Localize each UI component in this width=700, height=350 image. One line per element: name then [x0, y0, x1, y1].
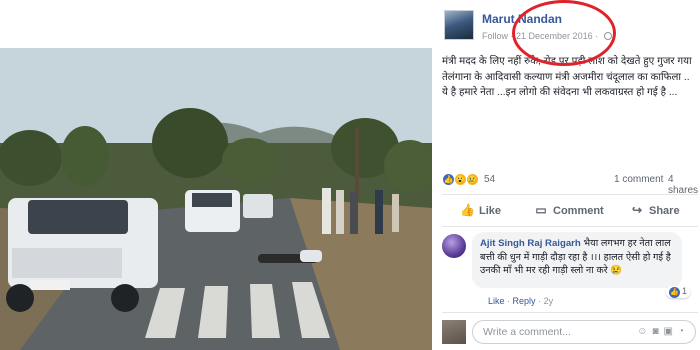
camera-icon[interactable]: ◙ [652, 326, 663, 337]
gif-icon[interactable]: ▣ [664, 326, 678, 337]
comment-icon: ▭ [535, 203, 547, 217]
comment-like-link[interactable]: Like [488, 296, 505, 306]
sad-reaction-icon: 😢 [465, 173, 479, 186]
thumbs-up-icon: 👍 [669, 287, 680, 298]
emoji-icon[interactable]: ☺ [637, 326, 652, 337]
follow-link[interactable]: Follow [482, 31, 508, 41]
comment-like-count: 1 [682, 286, 688, 296]
photo-column [0, 0, 432, 350]
commenter-avatar[interactable] [442, 234, 466, 258]
post-photo[interactable] [0, 48, 432, 350]
like-button[interactable]: 👍 Like [460, 203, 501, 217]
comment-label: Comment [553, 205, 604, 217]
divider [442, 194, 698, 195]
current-user-avatar [442, 320, 466, 344]
reaction-icons[interactable]: 👍 😮 😢 [442, 173, 479, 186]
road-convoy-image [0, 48, 432, 350]
wow-reaction-icon: 😮 [453, 173, 467, 186]
author-avatar[interactable] [444, 10, 474, 40]
share-label: Share [649, 205, 680, 217]
like-label: Like [479, 205, 502, 217]
comment-like-badge[interactable]: 👍 1 [666, 286, 691, 298]
comment-button[interactable]: ▭ Comment [534, 203, 604, 217]
reactions-bar: 👍 😮 😢 54 1 comment 4 shares [442, 172, 698, 196]
facebook-post-screenshot: Marut Nandan Follow · 21 December 2016 ·… [0, 0, 700, 350]
divider [442, 312, 698, 313]
comment-meta: Like · Reply · 2y [488, 296, 553, 306]
commenter-name[interactable]: Ajit Singh Raj Raigarh [480, 238, 581, 249]
share-button[interactable]: ↪ Share [630, 203, 680, 217]
divider [442, 226, 698, 227]
comment-bubble: Ajit Singh Raj Raigarh भैया लगभग हर नेता… [472, 232, 682, 288]
comment-item: Ajit Singh Raj Raigarh भैया लगभग हर नेता… [442, 232, 698, 308]
sticker-icon[interactable]: ◔ [678, 326, 689, 337]
composer-icons: ☺◙▣◔ [637, 326, 689, 337]
action-bar: 👍 Like ▭ Comment ↪ Share [442, 200, 698, 222]
share-icon: ↪ [631, 203, 643, 217]
red-highlight-circle [512, 0, 616, 66]
reactions-count[interactable]: 54 [484, 174, 495, 185]
shares-count[interactable]: 4 shares [668, 174, 698, 196]
comment-input[interactable]: Write a comment... ☺◙▣◔ [472, 320, 696, 344]
comment-composer: Write a comment... ☺◙▣◔ [442, 318, 698, 346]
comments-count[interactable]: 1 comment [614, 174, 663, 185]
thumbs-up-icon: 👍 [460, 203, 475, 217]
comment-reply-link[interactable]: Reply [513, 296, 536, 306]
comment-input-placeholder: Write a comment... [483, 326, 571, 338]
comment-age[interactable]: 2y [544, 296, 554, 306]
